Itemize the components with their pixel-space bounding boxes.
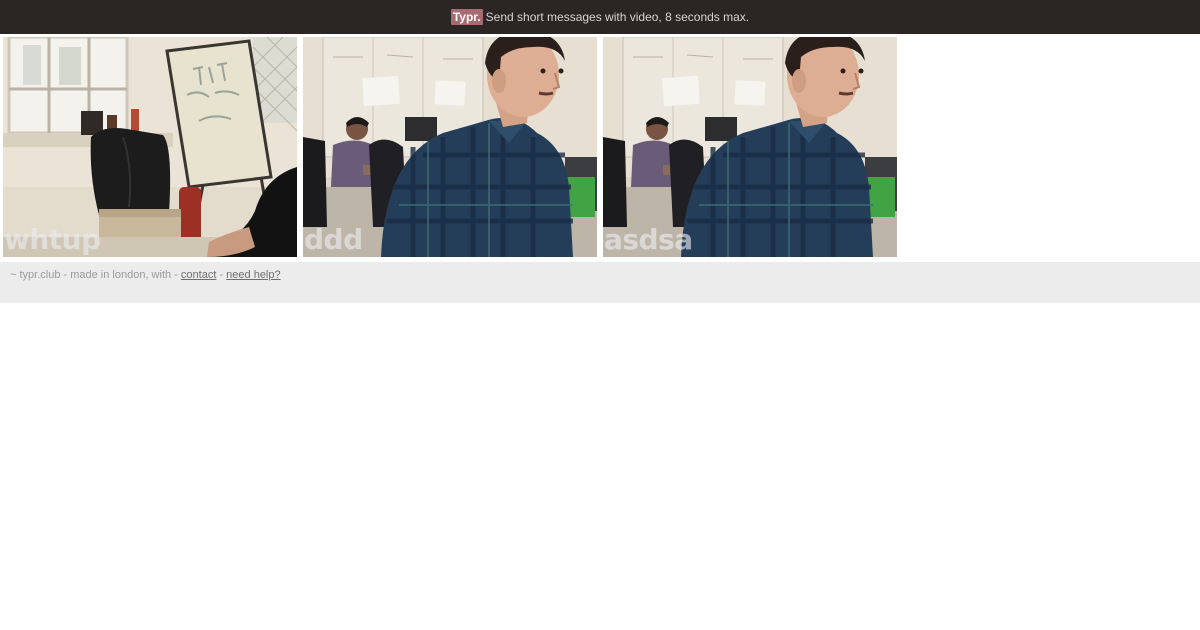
video-message-tile[interactable]: asdsa: [603, 37, 897, 257]
footer-prefix: ~ typr.club - made in london, with -: [10, 269, 178, 281]
contact-link[interactable]: contact: [181, 269, 216, 281]
footer-separator: -: [219, 269, 224, 281]
footer-text: ~ typr.club - made in london, with - con…: [10, 269, 281, 281]
video-message-tile[interactable]: ddd: [303, 37, 597, 257]
top-banner: Typr. Send short messages with video, 8 …: [0, 0, 1200, 34]
tagline: Send short messages with video, 8 second…: [485, 10, 750, 24]
brand-logo[interactable]: Typr.: [450, 9, 483, 25]
message-label: ddd: [304, 223, 363, 256]
footer: ~ typr.club - made in london, with - con…: [0, 262, 1200, 303]
help-link[interactable]: need help?: [226, 269, 280, 281]
message-label: asdsa: [604, 223, 693, 256]
video-message-tile[interactable]: whtup: [3, 37, 297, 257]
message-label: whtup: [4, 223, 101, 256]
